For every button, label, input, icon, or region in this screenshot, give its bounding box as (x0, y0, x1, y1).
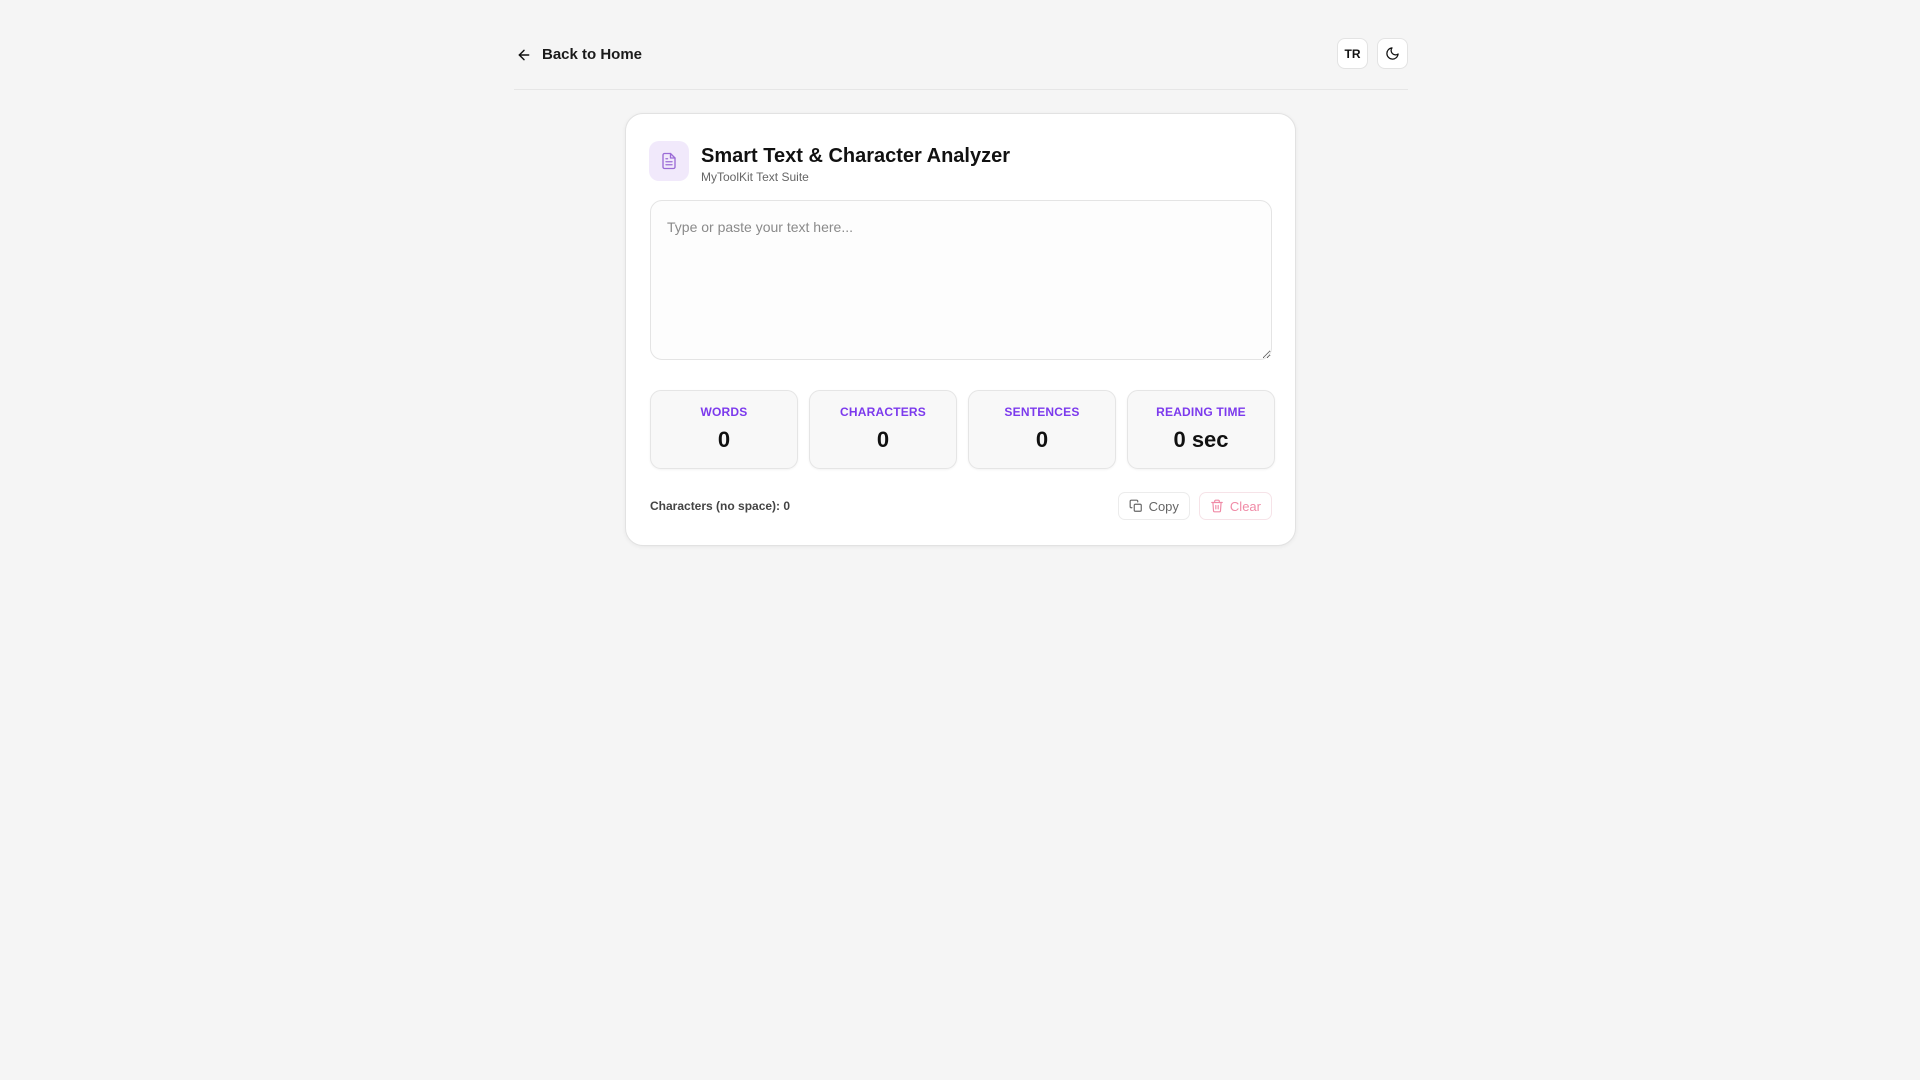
stat-value: 0 sec (1173, 427, 1229, 452)
stat-label: SENTENCES (1004, 405, 1080, 419)
top-actions: TR (1337, 38, 1408, 69)
analyzer-card: Smart Text & Character Analyzer MyToolKi… (625, 113, 1296, 546)
stat-sentences: SENTENCES 0 (968, 390, 1116, 469)
page-title: Smart Text & Character Analyzer (701, 145, 1011, 167)
stat-reading-time: READING TIME 0 sec (1127, 390, 1275, 469)
stat-words: WORDS 0 (650, 390, 798, 469)
copy-button[interactable]: Copy (1117, 492, 1190, 520)
stat-characters: CHARACTERS 0 (809, 390, 957, 469)
stat-value: 0 (1035, 427, 1049, 452)
trash-icon (1211, 499, 1223, 513)
arrow-left-icon (518, 49, 530, 60)
footer-actions: Copy Clear (1117, 492, 1272, 520)
document-icon (662, 152, 676, 170)
back-to-home-link[interactable]: Back to Home (516, 46, 642, 63)
card-header: Smart Text & Character Analyzer MyToolKi… (649, 141, 1010, 184)
card-footer: Characters (no space): 0 Copy Clear (650, 492, 1272, 520)
characters-no-space: Characters (no space): 0 (650, 499, 791, 513)
clear-label: Clear (1229, 498, 1261, 514)
stats-row: WORDS 0 CHARACTERS 0 SENTENCES 0 READING… (650, 390, 1275, 469)
stat-label: WORDS (700, 405, 748, 419)
tool-icon-box (649, 141, 689, 181)
stat-value: 0 (717, 427, 731, 452)
clear-button[interactable]: Clear (1198, 492, 1272, 520)
back-to-home-label: Back to Home (542, 46, 643, 63)
card-titles: Smart Text & Character Analyzer MyToolKi… (701, 141, 1010, 184)
language-label: TR (1344, 46, 1361, 61)
stat-label: READING TIME (1156, 405, 1246, 419)
moon-icon (1386, 47, 1399, 60)
theme-toggle-button[interactable] (1377, 38, 1408, 69)
page-subtitle: MyToolKit Text Suite (701, 170, 809, 184)
language-button[interactable]: TR (1337, 38, 1368, 69)
copy-icon (1129, 499, 1142, 512)
text-input[interactable] (650, 200, 1272, 360)
stat-label: CHARACTERS (840, 405, 926, 419)
copy-label: Copy (1148, 498, 1179, 514)
top-bar: Back to Home TR (514, 38, 1408, 90)
stat-value: 0 (876, 427, 890, 452)
